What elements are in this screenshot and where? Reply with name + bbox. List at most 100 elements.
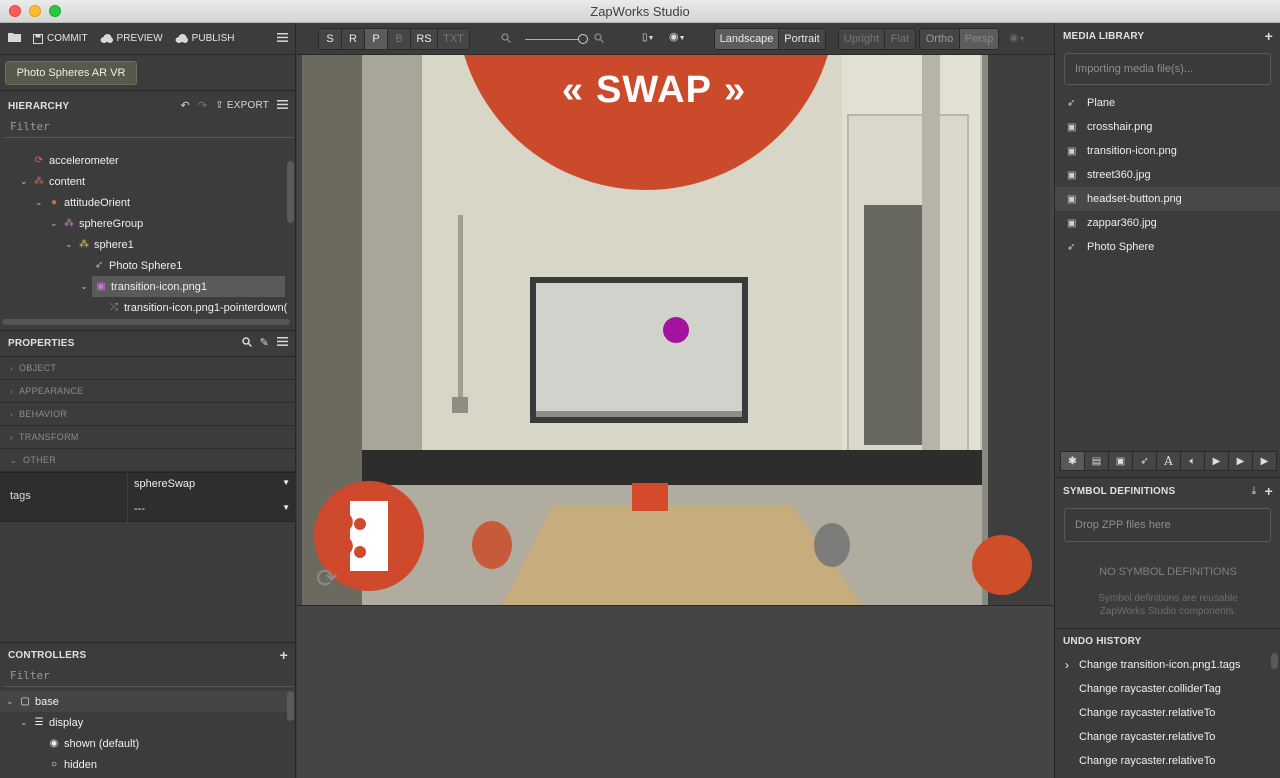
- undo-icon[interactable]: ↶: [180, 100, 189, 112]
- hamburger-menu-icon[interactable]: [277, 32, 288, 45]
- publish-label: PUBLISH: [191, 33, 235, 44]
- tree-item-transition-icon[interactable]: ⌄ ▣ transition-icon.png1: [80, 276, 285, 297]
- device-dropdown[interactable]: ▯▼: [642, 33, 654, 43]
- eye-dropdown[interactable]: ◉▼: [1009, 33, 1026, 44]
- media-item-plane[interactable]: ➶ Plane: [1055, 91, 1280, 115]
- tree-item-accelerometer[interactable]: ⟳ accelerometer: [20, 150, 119, 171]
- tree-item-content[interactable]: ⌄ ⁂ content: [20, 171, 85, 192]
- section-appearance[interactable]: › APPEARANCE: [0, 380, 296, 403]
- zoom-out-icon[interactable]: [501, 33, 511, 46]
- media-item-photo-sphere[interactable]: ➶ Photo Sphere: [1055, 235, 1280, 259]
- hierarchy-horizontal-scrollbar[interactable]: [2, 319, 290, 325]
- pencil-icon[interactable]: ✎: [260, 337, 269, 349]
- controller-label: shown (default): [64, 737, 140, 750]
- controller-state-shown[interactable]: ◉ shown (default): [47, 733, 140, 754]
- undo-item[interactable]: › Change transition-icon.png1.tags: [1055, 653, 1280, 677]
- font-filter-button[interactable]: A: [1156, 451, 1181, 471]
- chevron-down-icon[interactable]: ⌄: [65, 239, 77, 250]
- chevron-down-icon[interactable]: ⌄: [6, 696, 18, 707]
- upright-button[interactable]: Upright: [839, 29, 885, 49]
- search-icon[interactable]: [241, 336, 252, 350]
- file-filter-button[interactable]: ▤: [1084, 451, 1109, 471]
- tag-select-2[interactable]: --- ▼: [134, 503, 290, 515]
- environment-dropdown[interactable]: ◉▼: [669, 32, 686, 43]
- zoom-in-icon[interactable]: [594, 33, 604, 46]
- tree-item-photo-sphere1[interactable]: ➶ Photo Sphere1: [80, 255, 183, 276]
- controller-display[interactable]: ⌄ ☰ display: [20, 712, 83, 733]
- download-icon[interactable]: ⤓: [1252, 485, 1257, 497]
- zoom-slider-track[interactable]: [525, 39, 583, 40]
- media-item-headset-button[interactable]: ▣ headset-button.png: [1055, 187, 1280, 211]
- undo-history-scrollbar[interactable]: [1271, 653, 1278, 669]
- controllers-scrollbar[interactable]: [287, 691, 294, 721]
- undo-item[interactable]: Change raycaster.relativeTo: [1055, 725, 1280, 749]
- ortho-button[interactable]: Ortho: [920, 29, 960, 49]
- media-item-crosshair[interactable]: ▣ crosshair.png: [1055, 115, 1280, 139]
- all-assets-button[interactable]: ✱: [1060, 451, 1085, 471]
- chevron-down-icon[interactable]: ⌄: [20, 176, 32, 187]
- mode-rs-button[interactable]: RS: [411, 29, 438, 49]
- controllers-filter-input[interactable]: Filter: [0, 669, 290, 682]
- scene-viewport[interactable]: « SWAP » ⟳: [302, 55, 1050, 605]
- refresh-icon[interactable]: ⟳: [316, 563, 338, 594]
- zpp-drop-zone[interactable]: Drop ZPP files here: [1064, 508, 1271, 542]
- chevron-down-icon[interactable]: ⌄: [50, 218, 62, 229]
- publish-button[interactable]: PUBLISH: [175, 33, 235, 44]
- video-filter-button-1[interactable]: ▶: [1204, 451, 1229, 471]
- tag-select-1[interactable]: sphereSwap ▼: [134, 478, 290, 490]
- hierarchy-filter-input[interactable]: Filter: [0, 120, 290, 133]
- commit-button[interactable]: COMMIT: [33, 33, 88, 44]
- video-filter-button-3[interactable]: ▶: [1252, 451, 1277, 471]
- preview-button[interactable]: PREVIEW: [100, 33, 163, 44]
- flat-button[interactable]: Flat: [885, 29, 915, 49]
- section-object[interactable]: › OBJECT: [0, 357, 296, 380]
- tag-value: ---: [134, 503, 145, 515]
- symbol-definitions-description: Symbol definitions are reusable ZapWorks…: [1098, 593, 1238, 617]
- media-item-street360[interactable]: ▣ street360.jpg: [1055, 163, 1280, 187]
- persp-button[interactable]: Persp: [960, 29, 998, 49]
- video-filter-button-2[interactable]: ▶: [1228, 451, 1253, 471]
- media-item-transition-icon[interactable]: ▣ transition-icon.png: [1055, 139, 1280, 163]
- tree-item-spheregroup[interactable]: ⌄ ⁂ sphereGroup: [50, 213, 143, 234]
- export-label: EXPORT: [226, 100, 269, 111]
- controller-base[interactable]: ⌄ ▢ base: [0, 691, 288, 712]
- mode-txt-button[interactable]: TXT: [438, 29, 469, 49]
- undo-item[interactable]: Change raycaster.relativeTo: [1055, 701, 1280, 725]
- portrait-button[interactable]: Portrait: [779, 29, 825, 49]
- tree-item-sphere1[interactable]: ⌄ ⁂ sphere1: [65, 234, 134, 255]
- chevron-down-icon[interactable]: ⌄: [80, 281, 92, 292]
- undo-item[interactable]: Change raycaster.colliderTag: [1055, 677, 1280, 701]
- chevron-down-icon[interactable]: ⌄: [20, 717, 32, 728]
- mode-p-button[interactable]: P: [365, 29, 388, 49]
- plus-icon[interactable]: +: [1265, 484, 1273, 498]
- hierarchy-scrollbar[interactable]: [287, 161, 294, 223]
- image-filter-button[interactable]: ▣: [1108, 451, 1133, 471]
- redo-icon[interactable]: ↷: [198, 100, 207, 112]
- controller-state-hidden[interactable]: ○ hidden: [47, 754, 97, 775]
- undo-item[interactable]: Change raycaster.relativeTo: [1055, 749, 1280, 773]
- hamburger-menu-icon[interactable]: [277, 337, 288, 349]
- plus-icon[interactable]: +: [280, 648, 288, 662]
- section-behavior[interactable]: › BEHAVIOR: [0, 403, 296, 426]
- mode-r-button[interactable]: R: [342, 29, 365, 49]
- zoom-slider-handle[interactable]: [578, 34, 588, 44]
- project-name-button[interactable]: Photo Spheres AR VR: [5, 61, 137, 85]
- mode-s-button[interactable]: S: [319, 29, 342, 49]
- section-other[interactable]: ⌄ OTHER: [0, 449, 296, 472]
- mode-b-button[interactable]: B: [388, 29, 411, 49]
- media-item-zappar360[interactable]: ▣ zappar360.jpg: [1055, 211, 1280, 235]
- section-transform[interactable]: › TRANSFORM: [0, 426, 296, 449]
- video-icon: ▶: [1260, 455, 1269, 467]
- tree-item-pointerdown[interactable]: ⤮ transition-icon.png1-pointerdown(: [95, 297, 291, 318]
- plus-icon[interactable]: +: [1265, 29, 1273, 43]
- landscape-button[interactable]: Landscape: [715, 29, 779, 49]
- media-import-input[interactable]: Importing media file(s)...: [1064, 53, 1271, 85]
- chevron-down-icon[interactable]: ⌄: [35, 197, 47, 208]
- folder-icon[interactable]: [8, 32, 21, 45]
- export-button[interactable]: ⇪ EXPORT: [215, 101, 269, 111]
- group-icon: ⁂: [34, 176, 44, 187]
- hamburger-menu-icon[interactable]: [277, 100, 288, 112]
- tree-item-attitudeorient[interactable]: ⌄ ● attitudeOrient: [35, 192, 130, 213]
- audio-filter-button[interactable]: 🔈︎: [1180, 451, 1205, 471]
- rocket-filter-button[interactable]: ➶: [1132, 451, 1157, 471]
